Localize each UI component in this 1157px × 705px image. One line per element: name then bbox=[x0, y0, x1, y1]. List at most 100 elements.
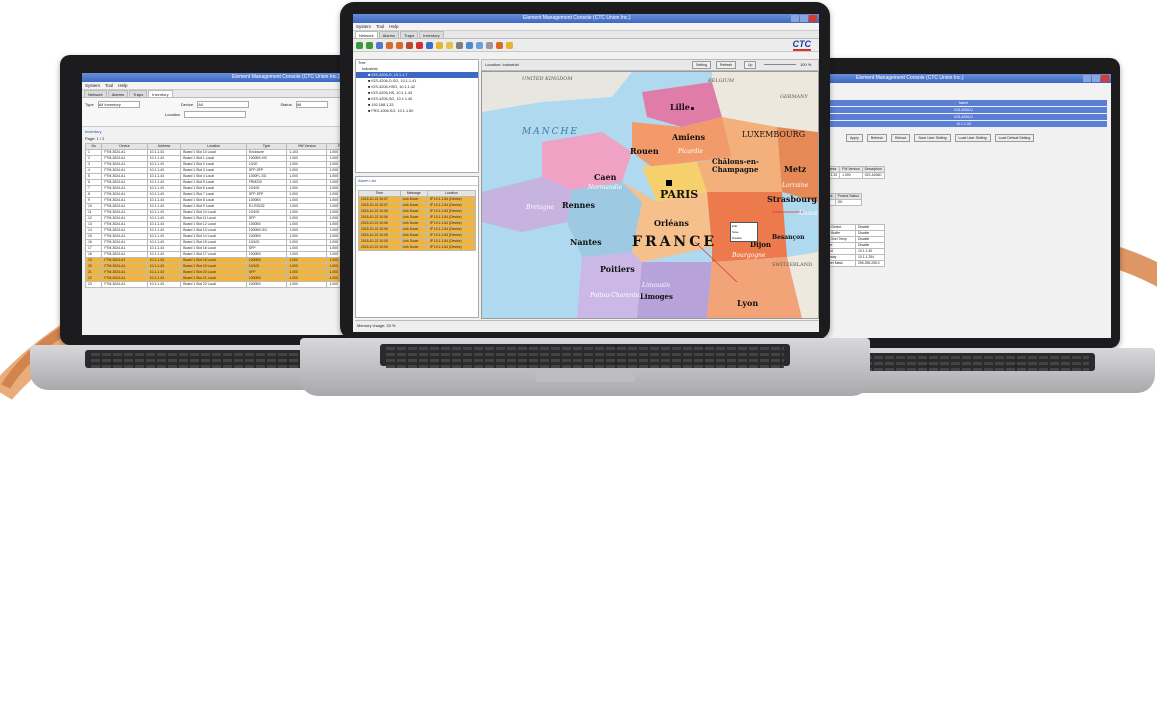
maximize-button[interactable] bbox=[1092, 75, 1100, 82]
location-select[interactable] bbox=[184, 111, 247, 118]
help-icon[interactable] bbox=[506, 41, 513, 49]
minimize-button[interactable] bbox=[1083, 75, 1091, 82]
tab-alarms[interactable]: Alarms bbox=[378, 31, 400, 38]
map-label-strasbourg: Strasbourg bbox=[767, 194, 817, 204]
grid-icon[interactable] bbox=[456, 41, 463, 49]
menu-help[interactable]: Help bbox=[389, 23, 398, 30]
delete-icon[interactable] bbox=[416, 41, 423, 49]
context-menu-item[interactable]: Save bbox=[732, 230, 756, 234]
menu-help[interactable]: Help bbox=[118, 82, 127, 89]
type-label: Type bbox=[85, 102, 94, 107]
alarm-row[interactable]: 2015-10-22 10:06 Link Down IP 10.1.1.54 (D… bbox=[358, 208, 477, 215]
type-select[interactable]: All Inventory bbox=[97, 101, 140, 108]
map-label-normandie: Normandie bbox=[588, 184, 623, 191]
save-user-setting-button[interactable]: Save User Setting bbox=[914, 134, 951, 142]
menu-tool[interactable]: Tool bbox=[105, 82, 113, 89]
ctc-logo: CTC bbox=[792, 39, 811, 51]
map-label-bourgogne: Bourgogne bbox=[732, 252, 766, 259]
map-icon[interactable] bbox=[446, 41, 453, 49]
network-map[interactable]: UNITED KINGDOM BELGIUM GERMANY LUXEMBOUR… bbox=[481, 71, 819, 319]
map-label-switzerland: SWITZERLAND bbox=[772, 262, 813, 268]
alarm-row[interactable]: 2015-10-22 10:07 Link Down IP 10.1.1.54 (D… bbox=[358, 202, 477, 209]
alarm-row[interactable]: 2015-10-22 10:06 Link Down IP 10.1.1.54 (D… bbox=[358, 214, 477, 221]
tab-traps[interactable]: Traps bbox=[129, 90, 148, 97]
tab-traps[interactable]: Traps bbox=[400, 31, 419, 38]
toolbar: CTC bbox=[353, 39, 819, 52]
user-icon[interactable] bbox=[496, 41, 503, 49]
add-link-icon[interactable] bbox=[366, 41, 373, 49]
alarm-row[interactable]: 2015-10-22 10:04 Link Down IP 10.1.1.54 (D… bbox=[358, 244, 477, 251]
close-button[interactable] bbox=[1101, 75, 1109, 82]
memory-usage: Memory Usage: 33 % bbox=[357, 323, 396, 328]
menu-system[interactable]: System bbox=[85, 82, 100, 89]
map-label-belgium: BELGIUM bbox=[708, 78, 734, 84]
map-label-alsace: Alsace bbox=[798, 210, 818, 217]
refresh-icon[interactable] bbox=[476, 41, 483, 49]
table-cell: 10.1.1.43 bbox=[146, 281, 182, 288]
menu-system[interactable]: System bbox=[356, 23, 371, 30]
maximize-button[interactable] bbox=[800, 15, 808, 22]
settings-icon[interactable] bbox=[486, 41, 493, 49]
alarm-row[interactable]: 2015-10-22 10:05 Link Down IP 10.1.1.54 (D… bbox=[358, 238, 477, 245]
map-label-nantes: Nantes bbox=[570, 237, 602, 247]
context-menu-item[interactable]: Disable bbox=[732, 236, 756, 240]
menu-tool[interactable]: Tool bbox=[376, 23, 384, 30]
table-cell: Board 1 Slot 22 Local bbox=[180, 281, 247, 288]
load-default-setting-button[interactable]: Load Default Setting bbox=[994, 134, 1035, 142]
map-label-poitou: Poitou-Charentes bbox=[590, 292, 643, 299]
map-label-orleans: Orléans bbox=[654, 218, 689, 228]
move-icon[interactable] bbox=[376, 41, 383, 49]
alarm-icon[interactable] bbox=[436, 41, 443, 49]
screen-center: Element Management Console (CTC Union In… bbox=[353, 14, 819, 332]
select-icon[interactable] bbox=[466, 41, 473, 49]
alarm-row[interactable]: 2015-10-22 10:07 Link Down IP 10.1.1.54 (D… bbox=[358, 196, 477, 203]
zoom-slider[interactable] bbox=[764, 64, 796, 65]
load-user-setting-button[interactable]: Load User Setting bbox=[954, 134, 991, 142]
trackpad bbox=[535, 370, 635, 382]
cut-icon[interactable] bbox=[386, 41, 393, 49]
tab-alarms[interactable]: Alarms bbox=[107, 90, 129, 97]
filter-icon[interactable] bbox=[426, 41, 433, 49]
status-bar: Memory Usage: 33 % bbox=[355, 320, 819, 331]
context-menu-item[interactable]: Edit bbox=[732, 224, 756, 228]
device-tree: Tree Industrial ■ IGS-4206-D, 10.1.1.7 ■ IG… bbox=[355, 59, 479, 173]
map-label-poitiers: Poitiers bbox=[600, 264, 635, 274]
close-button[interactable] bbox=[809, 15, 817, 22]
add-node-icon[interactable] bbox=[356, 41, 363, 49]
window-title: Element Management Console (CTC Union In… bbox=[523, 15, 631, 21]
map-label-rouen: Rouen bbox=[630, 146, 659, 156]
tab-inventory[interactable]: Inventory bbox=[419, 31, 444, 38]
table-cell: Link Down bbox=[399, 244, 428, 251]
tab-network[interactable]: Network bbox=[355, 31, 378, 38]
region-normandie bbox=[542, 132, 632, 190]
alarm-row[interactable]: 2015-10-22 10:05 Link Down IP 10.1.1.54 (D… bbox=[358, 226, 477, 233]
up-button[interactable]: Up bbox=[744, 61, 757, 69]
menu-bar: System Tool Help bbox=[353, 23, 819, 31]
copy-icon[interactable] bbox=[396, 41, 403, 49]
paste-icon[interactable] bbox=[406, 41, 413, 49]
device-label: Device bbox=[180, 102, 194, 107]
tab-network[interactable]: Network bbox=[84, 90, 107, 97]
laptop-base bbox=[300, 338, 870, 396]
map-label-uk: UNITED KINGDOM bbox=[522, 76, 573, 82]
map-label-chalons: Châlons-en-Champagne bbox=[712, 157, 759, 174]
map-label-picardie: Picardie bbox=[678, 148, 704, 155]
reboot-button[interactable]: Reboot bbox=[891, 134, 911, 142]
device-select[interactable]: All bbox=[197, 101, 250, 108]
map-label-luxembourg: LUXEMBOURG bbox=[742, 130, 806, 139]
map-label-manche: MANCHE bbox=[522, 127, 579, 137]
refresh-button[interactable]: Refresh bbox=[716, 61, 737, 69]
map-label-lyon: Lyon bbox=[737, 298, 759, 308]
table-cell: IP 10.1.1.54 (Device) bbox=[426, 244, 477, 251]
minimize-button[interactable] bbox=[791, 15, 799, 22]
setting-button[interactable]: Setting bbox=[692, 61, 711, 69]
alarm-row[interactable]: 2015-10-22 10:06 Link Down IP 10.1.1.54 (D… bbox=[358, 220, 477, 227]
map-label-besancon: Besançon bbox=[772, 234, 805, 241]
alarm-row[interactable]: 2015-10-22 10:05 Link Down IP 10.1.1.54 (D… bbox=[358, 232, 477, 239]
tab-inventory[interactable]: Inventory bbox=[148, 90, 173, 97]
context-menu: Edit Save Disable bbox=[730, 222, 758, 242]
map-label-rennes: Rennes bbox=[562, 200, 595, 210]
laptop-center: Element Management Console (CTC Union In… bbox=[300, 0, 870, 411]
tree-node[interactable]: ■ FRS-1006-SG, 10.1.1.50 bbox=[356, 108, 478, 114]
map-label-limousin: Limousin bbox=[642, 282, 670, 289]
